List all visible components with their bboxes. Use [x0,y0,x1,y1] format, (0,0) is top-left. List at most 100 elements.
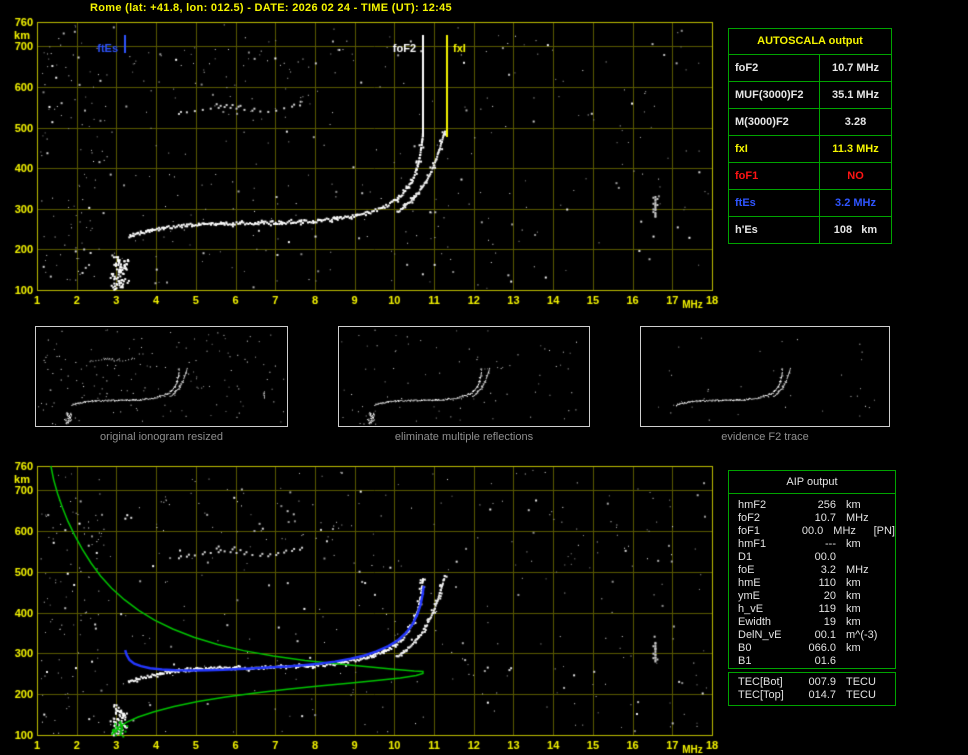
param-unit: km [846,603,861,615]
param-name: MUF(3000)F2 [729,82,820,108]
param-value: --- [825,538,836,550]
autoscala-row-4: foF1 NO [729,163,891,190]
aip-row-3: hmF1 --- km [729,538,895,551]
tec-row-0: TEC[Bot] 007.9 TECU [729,676,895,689]
autoscala-output-table: AUTOSCALA output foF2 10.7 MHz MUF(3000)F2… [728,28,892,244]
autoscala-window: Rome (lat: +41.8, lon: 012.5) - DATE: 20… [0,0,968,755]
param-flag: [PN] [873,525,895,537]
param-name: foF1 [738,525,761,537]
param-unit: km [846,642,861,654]
param-value: 3.2 MHz [835,197,876,209]
param-name: foE [738,564,755,576]
aip-row-12: B1 01.6 [729,655,895,668]
tec-rows: TEC[Bot] 007.9 TECU TEC[Top] 014.7 TECU [729,676,895,702]
param-unit [846,551,890,564]
param-name: hmE [738,577,761,589]
aip-output-table: AIP output hmF2 256 km foF2 10.7 MHz foF1 00.0 M… [728,470,896,669]
thumbnail-caption: evidence F2 trace [721,431,809,443]
autoscala-row-5: ftEs 3.2 MHz [729,190,891,217]
aip-row-8: h_vE 119 km [729,603,895,616]
autoscala-table-title: AUTOSCALA output [729,29,891,55]
aip-row-0: hmF2 256 km [729,499,895,512]
aip-row-11: B0 066.0 km [729,642,895,655]
autoscala-table-rows: foF2 10.7 MHz MUF(3000)F2 35.1 MHz M(3000)F2… [729,55,891,243]
tec-row-1: TEC[Top] 014.7 TECU [729,689,895,702]
param-value: 11.3 MHz [832,143,879,155]
param-name: TEC[Top] [738,689,784,701]
aip-table-rows: hmF2 256 km foF2 10.7 MHz foF1 00.0 MHz [PN] hmF1-… [729,499,895,668]
param-value: 01.6 [814,655,836,667]
param-value: 110 [818,577,836,589]
param-unit: km [846,538,861,550]
aip-row-6: hmE 110 km [729,577,895,590]
param-name: ymE [738,590,760,602]
param-unit: km [846,590,861,602]
param-value: 20 [823,590,836,602]
param-value: 108 km [833,224,878,236]
param-name: M(3000)F2 [729,109,820,135]
thumbnail-canvas-1 [35,326,288,427]
aip-row-5: foE 3.2 MHz [729,564,895,577]
param-unit: km [846,577,861,589]
param-value: 00.0 [814,551,836,563]
param-unit: MHz [833,525,856,537]
param-name: hmF2 [738,499,767,511]
param-unit: MHz [846,512,869,524]
thumbnail-caption: eliminate multiple reflections [394,431,534,443]
param-name: h_vE [738,603,764,615]
param-name: foF1 [729,163,820,189]
param-value: 10.7 [814,512,836,524]
thumbnail-panel-1: original ionogram resized [35,326,288,443]
param-name: TEC[Bot] [738,676,783,688]
param-unit: km [846,499,861,511]
thumbnail-canvas-2 [338,326,590,427]
thumbnail-canvas-3 [640,326,890,427]
param-value: 066.0 [808,642,836,654]
param-name: B0 [738,642,752,654]
thumbnail-panel-3: evidence F2 trace [640,326,890,443]
param-name: DelN_vE [738,629,782,641]
autoscala-row-0: foF2 10.7 MHz [729,55,891,82]
param-value: 35.1 MHz [831,89,880,101]
param-name: D1 [738,551,753,563]
autoscala-row-2: M(3000)F2 3.28 [729,109,891,136]
ionogram-bottom-canvas [0,456,730,755]
param-value: 19 [823,616,836,628]
param-value: 014.7 [808,689,836,701]
param-name: h'Es [729,217,820,243]
param-name: Ewidth [738,616,772,628]
param-value: 10.7 MHz [831,62,880,74]
param-name: hmF1 [738,538,767,550]
param-value: 007.9 [808,676,836,688]
autoscala-row-3: fxI 11.3 MHz [729,136,891,163]
aip-row-9: Ewidth 19 km [729,616,895,629]
aip-row-10: DelN_vE 00.1 m^(-3) [729,629,895,642]
station-header: Rome (lat: +41.8, lon: 012.5) - DATE: 20… [90,2,452,14]
ionogram-top-canvas [0,14,730,314]
param-name: fxI [729,136,820,162]
param-value: 3.2 [820,564,836,576]
param-unit: km [846,616,861,628]
param-unit [846,655,890,668]
param-name: ftEs [729,190,820,216]
tec-output-box: TEC[Bot] 007.9 TECU TEC[Top] 014.7 TECU [728,672,896,706]
param-unit: TECU [846,676,876,688]
thumbnail-panel-2: eliminate multiple reflections [338,326,590,443]
thumbnail-caption: original ionogram resized [100,431,223,443]
param-value: 00.1 [814,629,836,641]
param-value: 119 [818,603,836,615]
autoscala-row-6: h'Es 108 km [729,217,891,243]
aip-row-1: foF2 10.7 MHz [729,512,895,525]
param-unit: m^(-3) [846,629,878,641]
aip-row-2: foF1 00.0 MHz [PN] [729,525,895,538]
aip-row-7: ymE 20 km [729,590,895,603]
aip-table-title: AIP output [729,471,895,494]
param-unit: MHz [846,564,869,576]
param-value: 3.28 [844,116,867,128]
param-value: NO [847,170,864,182]
param-unit: TECU [846,689,876,701]
param-value: 256 [817,499,836,511]
param-name: B1 [738,655,752,667]
param-name: foF2 [738,512,761,524]
aip-row-4: D1 00.0 [729,551,895,564]
